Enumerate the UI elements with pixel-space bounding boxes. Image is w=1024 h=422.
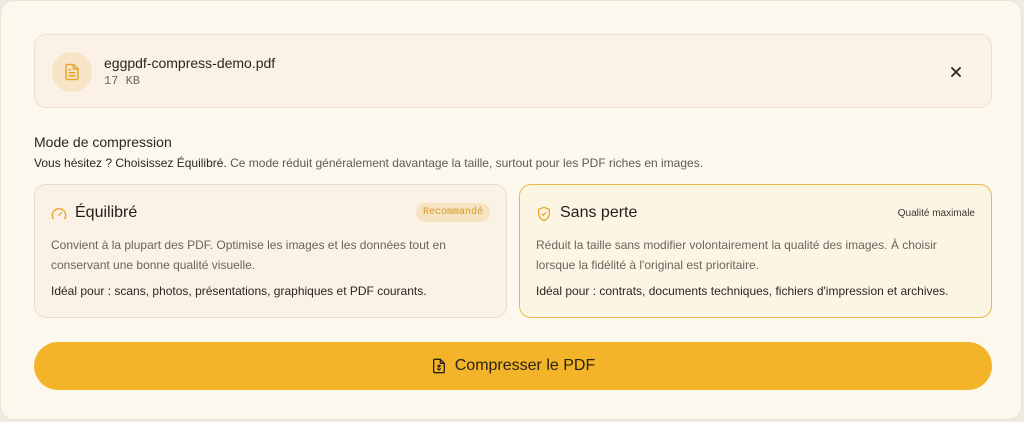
compress-file-icon (432, 358, 445, 374)
mode-card-balanced[interactable]: Équilibré Recommandé Convient à la plupa… (34, 184, 507, 318)
file-name: eggpdf-compress-demo.pdf (104, 55, 276, 71)
shield-check-icon (538, 206, 550, 222)
mode-title-lossless: Sans perte (560, 204, 638, 221)
compression-mode-title: Mode de compression (34, 134, 172, 150)
pdf-file-icon (52, 52, 92, 92)
mode-ideal-lossless: Idéal pour : contrats, documents techniq… (536, 284, 949, 298)
recommended-badge: Recommandé (415, 203, 490, 222)
compress-panel: eggpdf-compress-demo.pdf 17 KB Mode de c… (0, 0, 1022, 420)
compress-pdf-label: Compresser le PDF (454, 357, 596, 374)
mode-card-lossless[interactable]: Sans perte Qualité maximale Réduit la ta… (519, 184, 992, 318)
close-icon (951, 67, 961, 77)
compression-hint: Vous hésitez ? Choisissez Équilibré. Ce … (34, 156, 703, 170)
mode-ideal-balanced: Idéal pour : scans, photos, présentation… (51, 284, 427, 298)
remove-file-button[interactable] (943, 59, 969, 85)
selected-file-card: eggpdf-compress-demo.pdf 17 KB (34, 34, 992, 108)
compression-hint-text: Ce mode réduit généralement davantage la… (226, 156, 704, 170)
mode-description-balanced: Convient à la plupart des PDF. Optimise … (51, 238, 446, 272)
file-size: 17 KB (104, 74, 141, 88)
compress-pdf-button[interactable]: Compresser le PDF (34, 342, 992, 390)
quality-badge: Qualité maximale (897, 208, 975, 219)
compression-hint-strong: Vous hésitez ? Choisissez Équilibré. (34, 156, 227, 170)
mode-description-lossless: Réduit la taille sans modifier volontair… (536, 238, 937, 272)
gauge-icon (51, 208, 67, 220)
mode-title-balanced: Équilibré (75, 204, 138, 221)
